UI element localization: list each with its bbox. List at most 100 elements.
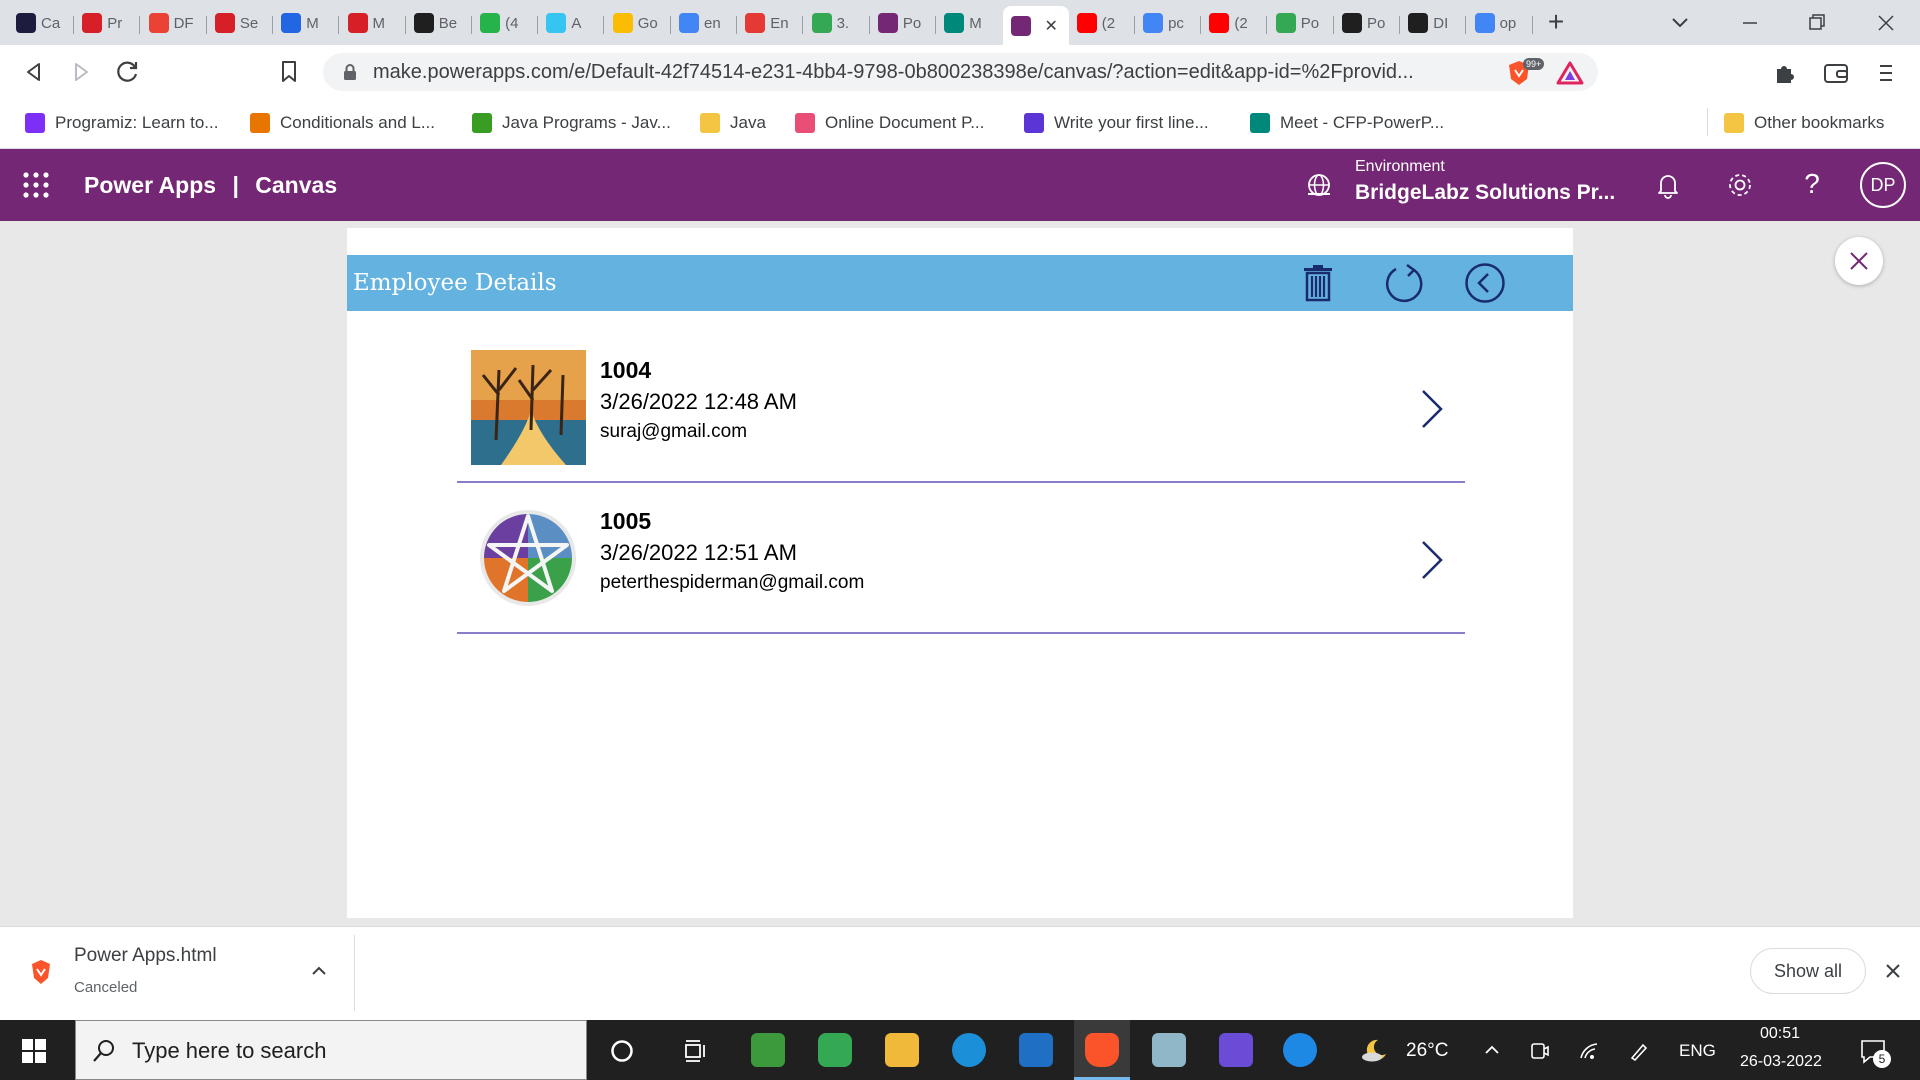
chevron-right-icon[interactable] <box>1417 538 1445 582</box>
browser-tab[interactable]: Ca <box>8 8 74 38</box>
reload-icon[interactable] <box>115 59 141 85</box>
browser-tab[interactable]: DI <box>1400 8 1466 38</box>
url-text[interactable]: make.powerapps.com/e/Default-42f74514-e2… <box>373 61 1414 84</box>
browser-tab[interactable]: (2 <box>1069 8 1135 38</box>
file-explorer-icon[interactable] <box>885 1033 919 1067</box>
tab-label: Go <box>637 14 658 32</box>
clock-time[interactable]: 00:51 <box>1760 1025 1800 1043</box>
restore-window-button[interactable] <box>1801 10 1831 36</box>
clock-date[interactable]: 26-03-2022 <box>1740 1053 1822 1071</box>
close-icon <box>1850 252 1868 270</box>
browser-tab[interactable]: M <box>273 8 339 38</box>
bookmark-item[interactable]: Meet - CFP-PowerP... <box>1250 108 1444 138</box>
browser-menu-icon[interactable] <box>1874 60 1898 86</box>
powerapps-icon <box>877 13 898 33</box>
settings-icon[interactable] <box>1725 170 1755 200</box>
browser-tab[interactable]: M <box>340 8 406 38</box>
tripadvisor-icon[interactable] <box>818 1033 852 1067</box>
bookmark-item[interactable]: Programiz: Learn to... <box>25 108 218 138</box>
download-filename[interactable]: Power Apps.html <box>74 945 217 967</box>
notepad-icon[interactable] <box>1152 1033 1186 1067</box>
browser-tab[interactable]: Po <box>870 8 936 38</box>
delete-icon[interactable] <box>1302 264 1334 302</box>
show-all-button[interactable]: Show all <box>1750 948 1866 994</box>
brave-taskbar-icon[interactable] <box>1085 1033 1119 1067</box>
refresh-icon[interactable] <box>1383 262 1425 304</box>
browser-tab[interactable]: op <box>1467 8 1533 38</box>
git-icon[interactable] <box>1219 1033 1253 1067</box>
cortana-icon[interactable] <box>609 1038 635 1064</box>
tab-label: en <box>704 14 721 32</box>
bookmark-label: Meet - CFP-PowerP... <box>1280 113 1445 132</box>
browser-tab[interactable]: pc <box>1135 8 1201 38</box>
browser-tab[interactable]: A <box>538 8 604 38</box>
notification-count: 5 <box>1873 1050 1891 1068</box>
pen-icon[interactable] <box>1628 1040 1650 1062</box>
browser-tab[interactable]: en <box>671 8 737 38</box>
new-tab-button[interactable]: + <box>1541 8 1571 38</box>
screen-title: Employee Details <box>353 270 557 296</box>
folder-icon <box>1724 113 1744 133</box>
browser-tab[interactable]: Be <box>406 8 472 38</box>
chevron-up-icon[interactable] <box>309 961 329 981</box>
bookmark-item[interactable]: Java <box>700 108 766 138</box>
browser-tab[interactable]: DF <box>141 8 207 38</box>
bookmark-item[interactable]: Java Programs - Jav... <box>472 108 671 138</box>
list-item[interactable]: 1005 3/26/2022 12:51 AM peterthespiderma… <box>457 484 1465 634</box>
edge-icon[interactable] <box>952 1033 986 1067</box>
brave-rewards-icon[interactable] <box>1556 60 1584 86</box>
shelf-divider <box>354 935 355 1011</box>
bookmark-page-icon[interactable] <box>277 59 301 85</box>
close-tab-icon[interactable]: ✕ <box>1045 16 1058 36</box>
chevron-up-tray-icon[interactable] <box>1482 1040 1502 1060</box>
browser-tab[interactable]: Po <box>1334 8 1400 38</box>
app-title[interactable]: Power Apps | Canvas <box>84 172 337 199</box>
extensions-icon[interactable] <box>1772 60 1798 86</box>
browser-tab[interactable]: (2 <box>1201 8 1267 38</box>
input-language[interactable]: ENG <box>1679 1041 1716 1061</box>
browser-tab[interactable]: En <box>737 8 803 38</box>
wifi-icon[interactable] <box>1578 1040 1600 1062</box>
environment-icon[interactable] <box>1305 171 1333 199</box>
m-icon <box>745 13 766 33</box>
browser-tab[interactable]: Po <box>1268 8 1334 38</box>
browser-tab[interactable]: Pr <box>74 8 140 38</box>
other-bookmarks[interactable]: Other bookmarks <box>1724 108 1884 138</box>
help-icon[interactable]: ? <box>1800 168 1824 200</box>
back-circle-icon[interactable] <box>1464 262 1506 304</box>
avatar[interactable]: DP <box>1860 162 1906 208</box>
help-app-icon[interactable] <box>1283 1033 1317 1067</box>
windows-start-icon[interactable] <box>22 1039 46 1063</box>
chevron-right-icon[interactable] <box>1417 387 1445 431</box>
tab-active[interactable]: ✕ <box>1002 6 1069 45</box>
forward-icon[interactable] <box>69 60 93 84</box>
browser-tab[interactable]: Se <box>207 8 273 38</box>
minimize-window-button[interactable] <box>1735 10 1765 36</box>
environment-label: Environment <box>1355 158 1445 175</box>
close-shelf-icon[interactable] <box>1883 961 1903 981</box>
wallet-icon[interactable] <box>1822 60 1850 86</box>
close-window-button[interactable] <box>1871 10 1901 36</box>
bookmark-item[interactable]: Write your first line... <box>1024 108 1209 138</box>
evernote-icon[interactable] <box>751 1033 785 1067</box>
lock-icon[interactable] <box>342 63 358 81</box>
environment-picker[interactable]: BridgeLabz Solutions Pr... <box>1355 181 1615 205</box>
browser-tab[interactable]: M <box>936 8 1002 38</box>
bookmark-label: Programiz: Learn to... <box>55 113 219 132</box>
meet-now-icon[interactable] <box>1528 1040 1550 1062</box>
browser-tab[interactable]: 3. <box>804 8 870 38</box>
bookmark-item[interactable]: Conditionals and L... <box>250 108 435 138</box>
bookmark-item[interactable]: Online Document P... <box>795 108 984 138</box>
task-view-icon[interactable] <box>682 1037 710 1065</box>
browser-tab[interactable]: Go <box>605 8 671 38</box>
employee-id: 1004 <box>600 357 652 383</box>
app-launcher-icon[interactable] <box>22 171 50 199</box>
temperature[interactable]: 26°C <box>1406 1040 1448 1062</box>
notifications-icon[interactable] <box>1654 170 1682 200</box>
close-preview-button[interactable] <box>1835 237 1883 285</box>
browser-tab[interactable]: (4 <box>472 8 538 38</box>
back-icon[interactable] <box>22 60 46 84</box>
tab-search-icon[interactable] <box>1666 10 1694 36</box>
list-item[interactable]: 1004 3/26/2022 12:48 AM suraj@gmail.com <box>457 333 1465 483</box>
photos-icon[interactable] <box>1019 1033 1053 1067</box>
